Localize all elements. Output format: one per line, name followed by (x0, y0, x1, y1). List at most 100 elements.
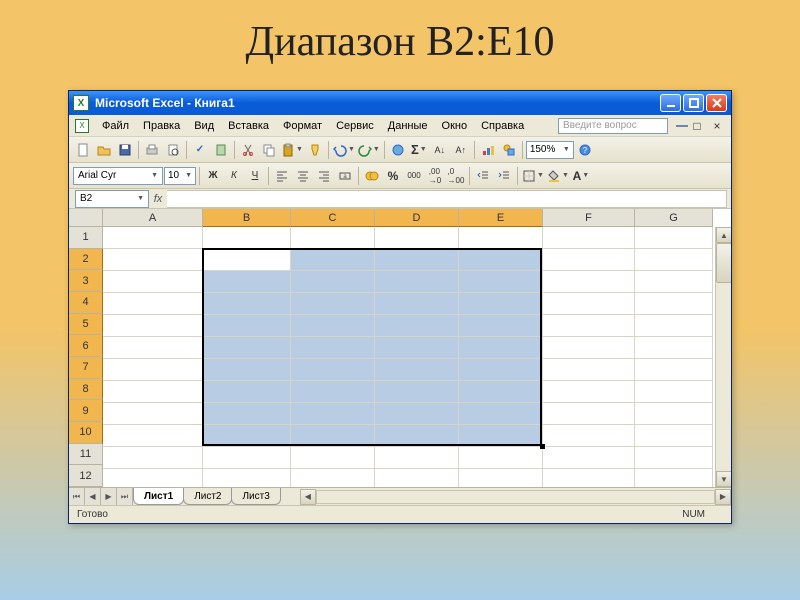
italic-button[interactable]: К (224, 166, 244, 186)
row-header-7[interactable]: 7 (69, 357, 103, 379)
cell-D1[interactable] (375, 227, 459, 249)
cell-A9[interactable] (103, 403, 203, 425)
cell-G7[interactable] (635, 359, 713, 381)
sheet-nav-next[interactable]: ▶ (101, 488, 117, 505)
cell-B11[interactable] (203, 447, 291, 469)
cell-A4[interactable] (103, 293, 203, 315)
cell-D5[interactable] (375, 315, 459, 337)
cell-F9[interactable] (543, 403, 635, 425)
cell-A12[interactable] (103, 469, 203, 487)
cell-E3[interactable] (459, 271, 543, 293)
cell-C9[interactable] (291, 403, 375, 425)
cell-D12[interactable] (375, 469, 459, 487)
copy-icon[interactable] (259, 140, 279, 160)
cell-D9[interactable] (375, 403, 459, 425)
sheet-nav-last[interactable]: ⏭ (117, 488, 133, 505)
cell-B1[interactable] (203, 227, 291, 249)
formula-input[interactable] (167, 190, 727, 208)
cell-E8[interactable] (459, 381, 543, 403)
comma-style-icon[interactable]: 000 (404, 166, 424, 186)
menu-file[interactable]: Файл (95, 118, 136, 134)
vertical-scrollbar[interactable]: ▲ ▼ (715, 227, 731, 487)
cell-D2[interactable] (375, 249, 459, 271)
cell-C4[interactable] (291, 293, 375, 315)
cell-G5[interactable] (635, 315, 713, 337)
row-header-1[interactable]: 1 (69, 227, 103, 249)
sheet-tab-3[interactable]: Лист3 (231, 488, 280, 505)
font-size-selector[interactable]: 10▼ (164, 167, 196, 185)
decrease-indent-icon[interactable] (473, 166, 493, 186)
underline-button[interactable]: Ч (245, 166, 265, 186)
cell-A1[interactable] (103, 227, 203, 249)
format-painter-icon[interactable] (305, 140, 325, 160)
cell-E9[interactable] (459, 403, 543, 425)
hyperlink-icon[interactable] (388, 140, 408, 160)
help-icon[interactable]: ? (575, 140, 595, 160)
fill-color-icon[interactable]: ▼ (546, 166, 570, 186)
increase-indent-icon[interactable] (494, 166, 514, 186)
cell-C12[interactable] (291, 469, 375, 487)
drawing-icon[interactable] (499, 140, 519, 160)
paste-icon[interactable]: ▼ (280, 140, 304, 160)
column-header-C[interactable]: C (291, 209, 375, 227)
cell-F5[interactable] (543, 315, 635, 337)
window-maximize-button[interactable] (683, 94, 704, 112)
align-center-icon[interactable] (293, 166, 313, 186)
cell-C2[interactable] (291, 249, 375, 271)
menu-view[interactable]: Вид (187, 118, 221, 134)
menu-help[interactable]: Справка (474, 118, 531, 134)
research-icon[interactable] (211, 140, 231, 160)
cell-F2[interactable] (543, 249, 635, 271)
cell-C8[interactable] (291, 381, 375, 403)
cell-C3[interactable] (291, 271, 375, 293)
sheet-nav-prev[interactable]: ◀ (85, 488, 101, 505)
cell-E11[interactable] (459, 447, 543, 469)
bold-button[interactable]: Ж (203, 166, 223, 186)
sheet-nav-first[interactable]: ⏮ (69, 488, 85, 505)
row-header-5[interactable]: 5 (69, 314, 103, 336)
window-close-button[interactable] (706, 94, 727, 112)
menu-tools[interactable]: Сервис (329, 118, 381, 134)
cell-E4[interactable] (459, 293, 543, 315)
cell-G8[interactable] (635, 381, 713, 403)
cell-A8[interactable] (103, 381, 203, 403)
autosum-icon[interactable]: Σ▼ (409, 140, 429, 160)
cell-C11[interactable] (291, 447, 375, 469)
menu-window[interactable]: Окно (435, 118, 475, 134)
cell-C5[interactable] (291, 315, 375, 337)
cell-D10[interactable] (375, 425, 459, 447)
cell-B3[interactable] (203, 271, 291, 293)
row-header-12[interactable]: 12 (69, 465, 103, 487)
cell-F7[interactable] (543, 359, 635, 381)
doc-close-button[interactable]: × (710, 119, 724, 133)
cell-G6[interactable] (635, 337, 713, 359)
menu-format[interactable]: Формат (276, 118, 329, 134)
cell-C10[interactable] (291, 425, 375, 447)
percent-icon[interactable]: % (383, 166, 403, 186)
menu-data[interactable]: Данные (381, 118, 435, 134)
borders-icon[interactable]: ▼ (521, 166, 545, 186)
cell-G9[interactable] (635, 403, 713, 425)
cell-F4[interactable] (543, 293, 635, 315)
cell-D6[interactable] (375, 337, 459, 359)
cut-icon[interactable] (238, 140, 258, 160)
column-header-D[interactable]: D (375, 209, 459, 227)
document-icon[interactable]: X (75, 119, 89, 133)
row-header-3[interactable]: 3 (69, 270, 103, 292)
cell-B4[interactable] (203, 293, 291, 315)
cell-E1[interactable] (459, 227, 543, 249)
increase-decimal-icon[interactable]: ,00→0 (425, 166, 445, 186)
cell-A6[interactable] (103, 337, 203, 359)
cell-C6[interactable] (291, 337, 375, 359)
scroll-down-button[interactable]: ▼ (716, 471, 731, 487)
cell-G2[interactable] (635, 249, 713, 271)
cell-F12[interactable] (543, 469, 635, 487)
cell-G11[interactable] (635, 447, 713, 469)
cell-D11[interactable] (375, 447, 459, 469)
cell-F1[interactable] (543, 227, 635, 249)
scroll-thumb[interactable] (716, 243, 731, 283)
cell-B8[interactable] (203, 381, 291, 403)
row-header-11[interactable]: 11 (69, 444, 103, 466)
cell-D3[interactable] (375, 271, 459, 293)
cell-G3[interactable] (635, 271, 713, 293)
